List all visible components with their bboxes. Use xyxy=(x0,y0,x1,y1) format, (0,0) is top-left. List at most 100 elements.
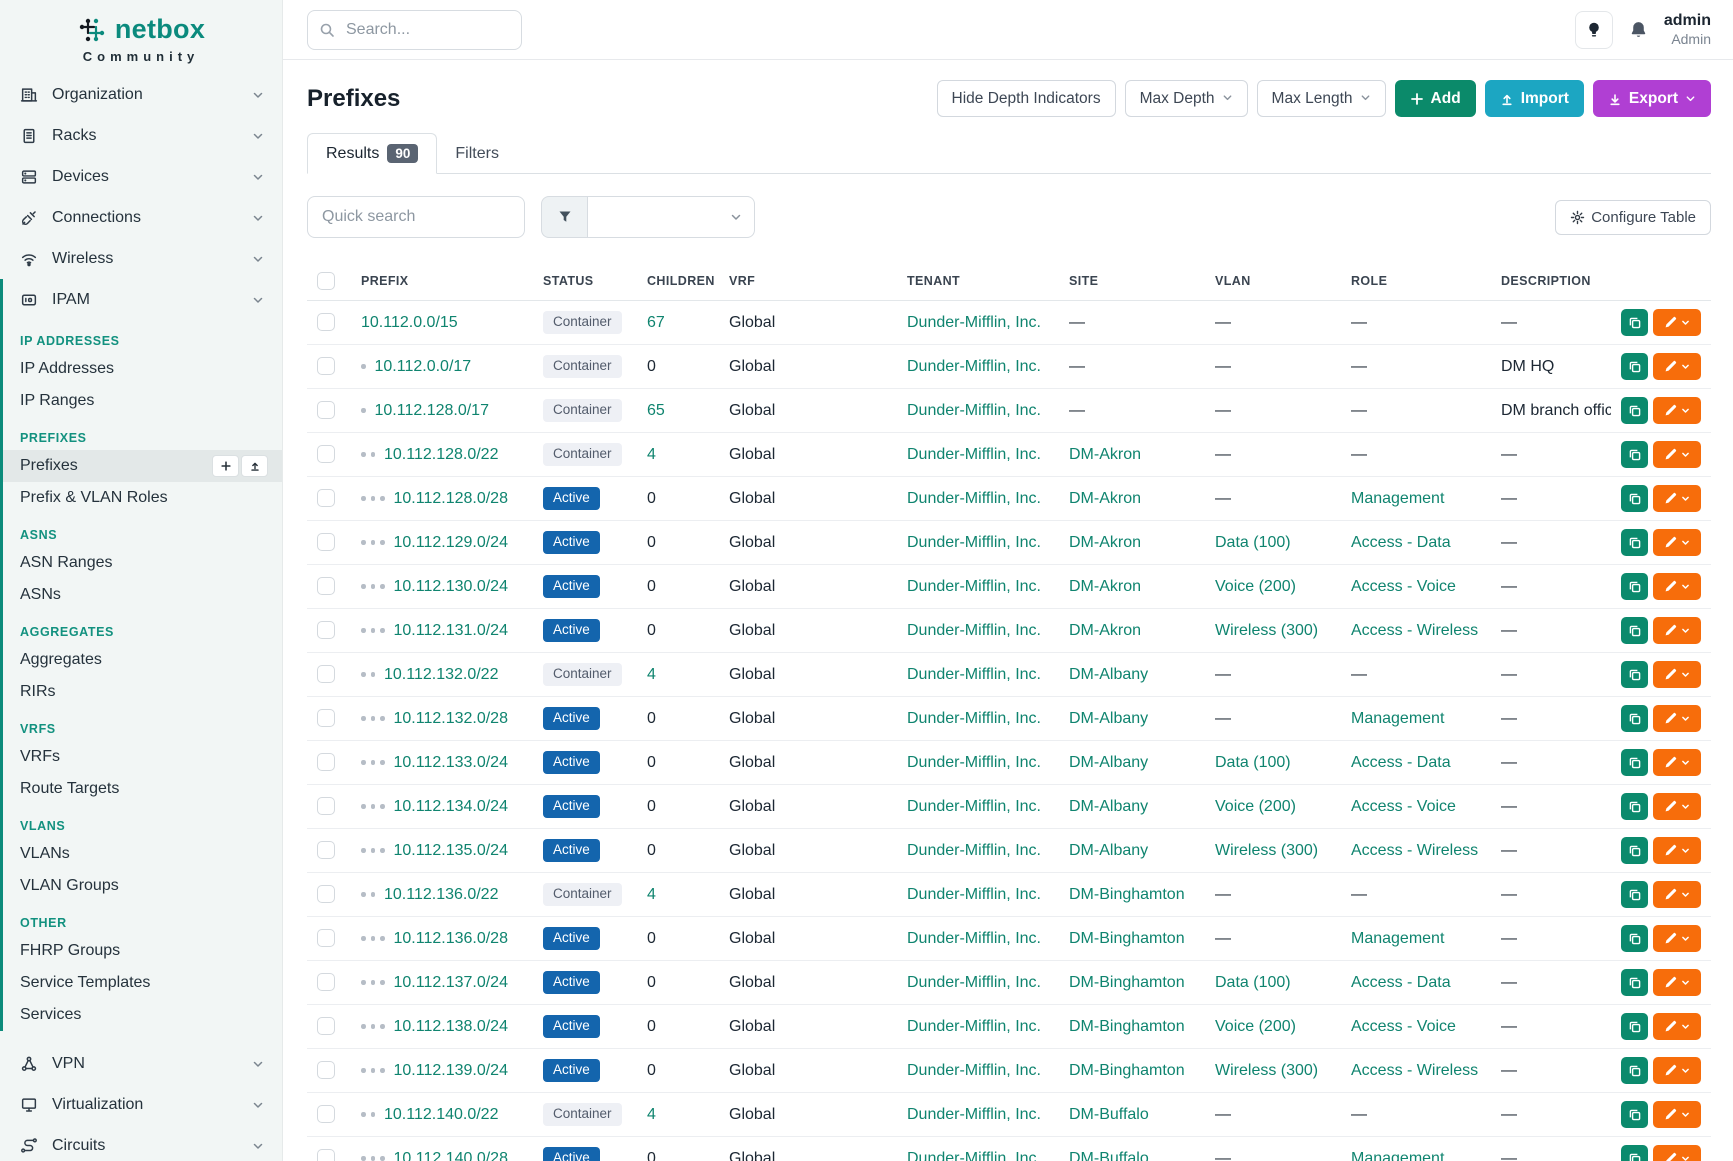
edit-button[interactable] xyxy=(1653,881,1701,908)
sidebar-item-connections[interactable]: Connections xyxy=(0,197,282,238)
column-header-vlan[interactable]: VLAN xyxy=(1205,262,1341,301)
prefix-link[interactable]: 10.112.128.0/22 xyxy=(384,446,498,464)
edit-button[interactable] xyxy=(1653,705,1701,732)
copy-button[interactable] xyxy=(1621,705,1648,732)
sidebar-item-virtualization[interactable]: Virtualization xyxy=(0,1084,282,1125)
edit-button[interactable] xyxy=(1653,617,1701,644)
sidebar-item[interactable]: RIRs xyxy=(3,676,282,708)
select-all-checkbox[interactable] xyxy=(317,272,335,290)
quick-search-input[interactable] xyxy=(307,196,525,238)
row-checkbox[interactable] xyxy=(317,489,335,507)
row-checkbox[interactable] xyxy=(317,445,335,463)
sidebar-item[interactable]: ASN Ranges xyxy=(3,547,282,579)
copy-button[interactable] xyxy=(1621,397,1648,424)
prefix-link[interactable]: 10.112.132.0/22 xyxy=(384,666,498,684)
sidebar-item[interactable]: IP Ranges xyxy=(3,385,282,417)
column-header-prefix[interactable]: PREFIX xyxy=(351,262,533,301)
sidebar-item[interactable]: FHRP Groups xyxy=(3,935,282,967)
copy-button[interactable] xyxy=(1621,441,1648,468)
row-checkbox[interactable] xyxy=(317,841,335,859)
row-checkbox[interactable] xyxy=(317,973,335,991)
prefix-link[interactable]: 10.112.135.0/24 xyxy=(394,842,508,860)
row-checkbox[interactable] xyxy=(317,753,335,771)
copy-button[interactable] xyxy=(1621,529,1648,556)
sidebar-item[interactable]: ASNs xyxy=(3,579,282,611)
sidebar-item[interactable]: VLAN Groups xyxy=(3,870,282,902)
sidebar-item[interactable]: VLANs xyxy=(3,838,282,870)
edit-button[interactable] xyxy=(1653,969,1701,996)
sidebar-item[interactable]: VRFs xyxy=(3,741,282,773)
edit-button[interactable] xyxy=(1653,1013,1701,1040)
copy-button[interactable] xyxy=(1621,485,1648,512)
copy-button[interactable] xyxy=(1621,1057,1648,1084)
copy-button[interactable] xyxy=(1621,309,1648,336)
edit-button[interactable] xyxy=(1653,485,1701,512)
prefix-link[interactable]: 10.112.140.0/28 xyxy=(394,1150,508,1161)
add-button[interactable]: Add xyxy=(1395,80,1476,117)
quick-import-button[interactable] xyxy=(241,455,268,477)
prefix-link[interactable]: 10.112.128.0/17 xyxy=(375,402,489,420)
prefix-link[interactable]: 10.112.136.0/22 xyxy=(384,886,498,904)
brand[interactable]: netbox Community xyxy=(0,0,282,74)
edit-button[interactable] xyxy=(1653,397,1701,424)
prefix-link[interactable]: 10.112.140.0/22 xyxy=(384,1106,498,1124)
filter-funnel-button[interactable] xyxy=(541,196,587,238)
copy-button[interactable] xyxy=(1621,925,1648,952)
row-checkbox[interactable] xyxy=(317,401,335,419)
edit-button[interactable] xyxy=(1653,1057,1701,1084)
prefix-link[interactable]: 10.112.139.0/24 xyxy=(394,1062,508,1080)
edit-button[interactable] xyxy=(1653,1101,1701,1128)
sidebar-item[interactable]: Prefix & VLAN Roles xyxy=(3,482,282,514)
column-header-role[interactable]: ROLE xyxy=(1341,262,1491,301)
max-depth-dropdown[interactable]: Max Depth xyxy=(1125,80,1248,117)
edit-button[interactable] xyxy=(1653,573,1701,600)
prefix-link[interactable]: 10.112.138.0/24 xyxy=(394,1018,508,1036)
row-checkbox[interactable] xyxy=(317,1105,335,1123)
prefix-link[interactable]: 10.112.134.0/24 xyxy=(394,798,508,816)
sidebar-item-organization[interactable]: Organization xyxy=(0,74,282,115)
copy-button[interactable] xyxy=(1621,749,1648,776)
row-checkbox[interactable] xyxy=(317,1017,335,1035)
row-checkbox[interactable] xyxy=(317,621,335,639)
column-header-vrf[interactable]: VRF xyxy=(719,262,897,301)
row-checkbox[interactable] xyxy=(317,533,335,551)
edit-button[interactable] xyxy=(1653,441,1701,468)
copy-button[interactable] xyxy=(1621,793,1648,820)
sidebar-item-vpn[interactable]: VPN xyxy=(0,1043,282,1084)
saved-filter-select[interactable] xyxy=(587,196,755,238)
row-checkbox[interactable] xyxy=(317,709,335,727)
column-header-desc[interactable]: DESCRIPTION xyxy=(1491,262,1611,301)
prefix-link[interactable]: 10.112.133.0/24 xyxy=(394,754,508,772)
edit-button[interactable] xyxy=(1653,353,1701,380)
prefix-link[interactable]: 10.112.131.0/24 xyxy=(394,622,508,640)
export-button[interactable]: Export xyxy=(1593,80,1711,117)
sidebar-item[interactable]: IP Addresses xyxy=(3,353,282,385)
tab-filters[interactable]: Filters xyxy=(437,135,517,173)
sidebar-item-wireless[interactable]: Wireless xyxy=(0,238,282,279)
bell-icon[interactable] xyxy=(1629,20,1648,39)
configure-table-button[interactable]: Configure Table xyxy=(1555,200,1711,235)
copy-button[interactable] xyxy=(1621,969,1648,996)
sidebar-item[interactable]: Aggregates xyxy=(3,644,282,676)
sidebar-item-circuits[interactable]: Circuits xyxy=(0,1125,282,1161)
row-checkbox[interactable] xyxy=(317,313,335,331)
tab-results[interactable]: Results 90 xyxy=(307,133,437,174)
copy-button[interactable] xyxy=(1621,661,1648,688)
prefix-link[interactable]: 10.112.0.0/15 xyxy=(361,314,458,332)
edit-button[interactable] xyxy=(1653,309,1701,336)
copy-button[interactable] xyxy=(1621,881,1648,908)
sidebar-item[interactable]: Service Templates xyxy=(3,967,282,999)
row-checkbox[interactable] xyxy=(317,1061,335,1079)
column-header-site[interactable]: SITE xyxy=(1059,262,1205,301)
prefix-link[interactable]: 10.112.130.0/24 xyxy=(394,578,508,596)
row-checkbox[interactable] xyxy=(317,665,335,683)
quick-add-button[interactable] xyxy=(212,455,239,477)
prefix-link[interactable]: 10.112.137.0/24 xyxy=(394,974,508,992)
sidebar-item[interactable]: Services xyxy=(3,999,282,1031)
sidebar-item-ipam[interactable]: IPAM xyxy=(3,279,282,320)
user-menu[interactable]: admin Admin xyxy=(1664,11,1711,49)
sidebar-item[interactable]: Route Targets xyxy=(3,773,282,805)
max-length-dropdown[interactable]: Max Length xyxy=(1257,80,1386,117)
row-checkbox[interactable] xyxy=(317,1149,335,1161)
copy-button[interactable] xyxy=(1621,1101,1648,1128)
